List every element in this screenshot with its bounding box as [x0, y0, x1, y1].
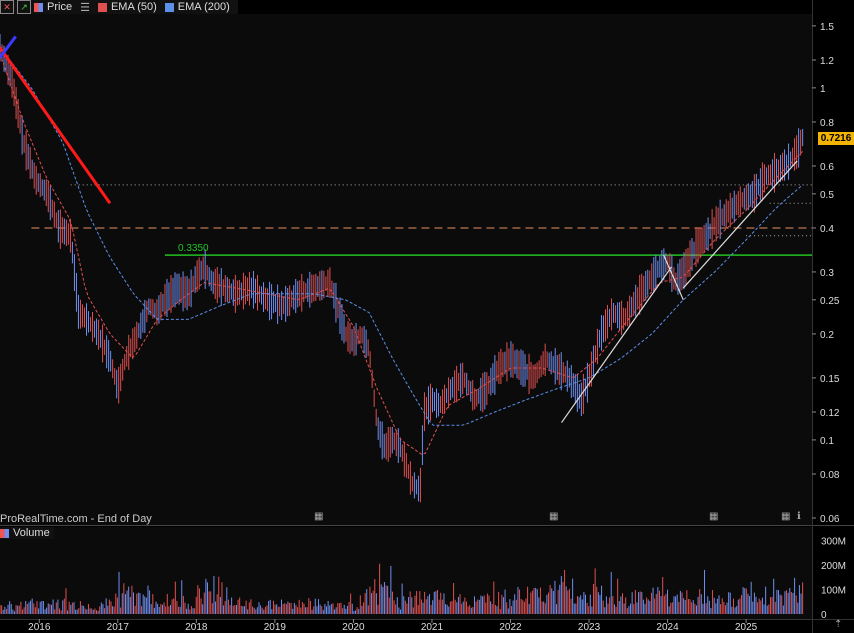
legend-ema200[interactable]: EMA (200)	[164, 1, 230, 13]
date-tick-label: 2023	[578, 622, 601, 633]
price-tick-label: 0.6	[820, 162, 834, 173]
price-tick-label: 0.1	[820, 436, 834, 447]
expand-icon[interactable]: ↗	[17, 0, 31, 14]
price-tick-label: 0.08	[820, 470, 840, 481]
menu-icon: ☰	[80, 1, 90, 14]
date-tick-label: 2025	[735, 622, 758, 633]
volume-tick-label: 200M	[821, 561, 846, 572]
info-icon[interactable]: ℹ	[797, 511, 801, 522]
legend-ema50[interactable]: EMA (50)	[97, 1, 157, 13]
calendar-icon[interactable]: ▦	[781, 511, 790, 522]
price-tick-label: 1	[820, 84, 826, 95]
volume-label: Volume	[13, 527, 50, 539]
legend-price[interactable]: Price	[34, 1, 72, 13]
watermark: ProRealTime.com - End of Day	[0, 513, 152, 525]
legend-price-label: Price	[47, 1, 73, 13]
price-tick-label: 1.2	[820, 56, 834, 67]
price-tick-label: 0.5	[820, 190, 834, 201]
calendar-icon[interactable]: ▦	[549, 511, 558, 522]
price-tick-label: 1.5	[820, 22, 834, 33]
legend-ema200-label: EMA (200)	[177, 1, 230, 13]
price-tick-label: 0.15	[820, 374, 840, 385]
price-tick-label: 0.3	[820, 268, 834, 279]
price-swatch	[34, 2, 43, 12]
price-tick-label: 0.4	[820, 224, 834, 235]
price-tick-label: 0.2	[820, 330, 834, 341]
volume-tick-label: 300M	[821, 536, 846, 547]
volume-swatch	[0, 528, 9, 538]
volume-tick-label: 100M	[821, 585, 846, 596]
ema50-swatch	[97, 2, 107, 12]
chart-legend: ✕ ↗ Price ☰ EMA (50) EMA (200)	[0, 0, 238, 14]
date-tick-label: 2024	[656, 622, 679, 633]
legend-ema50-label: EMA (50)	[110, 1, 157, 13]
price-tick-label: 0.8	[820, 118, 834, 129]
volume-legend[interactable]: Volume	[0, 527, 54, 539]
price-tick-label: 0.12	[820, 408, 840, 419]
date-tick-label: 2017	[107, 622, 130, 633]
chart-canvas: 1.5 1.2 1 0.8 0.6 0.5 0.4 0.3 0.25 0.2 0.15 0.12 0.1…	[0, 0, 854, 633]
price-tick-label: 0.25	[820, 296, 840, 307]
date-tick-label: 2016	[28, 622, 51, 633]
price-tick-label: 0.06	[820, 514, 840, 525]
date-tick-label: 2018	[185, 622, 208, 633]
date-tick-label: 2020	[342, 622, 365, 633]
date-tick-label: 2019	[264, 622, 287, 633]
date-tick-label: 2022	[499, 622, 522, 633]
close-icon[interactable]: ✕	[0, 0, 14, 14]
scroll-up-icon[interactable]: ⇡	[834, 619, 842, 630]
level-label: 0.3350	[178, 243, 209, 254]
legend-menu[interactable]: ☰	[80, 1, 90, 14]
calendar-icon[interactable]: ▦	[709, 511, 718, 522]
volume-tick-label: 0	[821, 610, 827, 621]
ema200-swatch	[164, 2, 174, 12]
calendar-icon[interactable]: ▦	[314, 511, 323, 522]
last-price-tag: 0.7216	[818, 131, 854, 145]
date-tick-label: 2021	[421, 622, 444, 633]
